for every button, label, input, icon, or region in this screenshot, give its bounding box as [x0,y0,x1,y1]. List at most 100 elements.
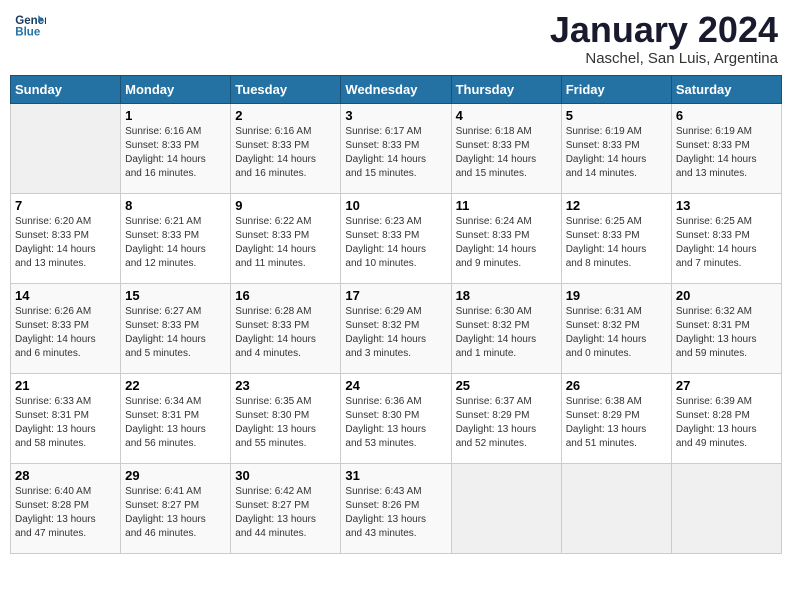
day-number: 6 [676,108,777,123]
day-info: Sunrise: 6:24 AM Sunset: 8:33 PM Dayligh… [456,215,557,271]
weekday-header-cell: Saturday [671,75,781,103]
day-info: Sunrise: 6:43 AM Sunset: 8:26 PM Dayligh… [345,485,446,541]
weekday-header-cell: Monday [121,75,231,103]
day-info: Sunrise: 6:26 AM Sunset: 8:33 PM Dayligh… [15,305,116,361]
day-number: 23 [235,378,336,393]
day-info: Sunrise: 6:23 AM Sunset: 8:33 PM Dayligh… [345,215,446,271]
calendar-table: SundayMondayTuesdayWednesdayThursdayFrid… [10,75,782,554]
calendar-week-row: 7Sunrise: 6:20 AM Sunset: 8:33 PM Daylig… [11,193,782,283]
day-info: Sunrise: 6:40 AM Sunset: 8:28 PM Dayligh… [15,485,116,541]
day-number: 25 [456,378,557,393]
day-info: Sunrise: 6:31 AM Sunset: 8:32 PM Dayligh… [566,305,667,361]
day-number: 18 [456,288,557,303]
month-title: January 2024 [550,10,778,50]
day-number: 28 [15,468,116,483]
weekday-header-cell: Friday [561,75,671,103]
calendar-day-cell: 28 Sunrise: 6:40 AM Sunset: 8:28 PM Dayli… [11,463,121,553]
day-number: 15 [125,288,226,303]
calendar-day-cell: 5 Sunrise: 6:19 AM Sunset: 8:33 PM Daylig… [561,103,671,193]
calendar-day-cell: 7Sunrise: 6:20 AM Sunset: 8:33 PM Daylig… [11,193,121,283]
calendar-day-cell [11,103,121,193]
calendar-day-cell: 3 Sunrise: 6:17 AM Sunset: 8:33 PM Daylig… [341,103,451,193]
day-number: 17 [345,288,446,303]
title-block: January 2024 Naschel, San Luis, Argentin… [550,10,778,67]
logo: General Blue [14,10,46,42]
calendar-day-cell: 24Sunrise: 6:36 AM Sunset: 8:30 PM Dayli… [341,373,451,463]
day-info: Sunrise: 6:19 AM Sunset: 8:33 PM Dayligh… [676,125,777,181]
calendar-day-cell: 30Sunrise: 6:42 AM Sunset: 8:27 PM Dayli… [231,463,341,553]
day-number: 5 [566,108,667,123]
day-info: Sunrise: 6:16 AM Sunset: 8:33 PM Dayligh… [235,125,336,181]
calendar-week-row: 28 Sunrise: 6:40 AM Sunset: 8:28 PM Dayli… [11,463,782,553]
day-info: Sunrise: 6:39 AM Sunset: 8:28 PM Dayligh… [676,395,777,451]
calendar-week-row: 1 Sunrise: 6:16 AM Sunset: 8:33 PM Daylig… [11,103,782,193]
calendar-day-cell: 17 Sunrise: 6:29 AM Sunset: 8:32 PM Dayli… [341,283,451,373]
day-number: 3 [345,108,446,123]
day-number: 27 [676,378,777,393]
day-info: Sunrise: 6:29 AM Sunset: 8:32 PM Dayligh… [345,305,446,361]
calendar-week-row: 21Sunrise: 6:33 AM Sunset: 8:31 PM Dayli… [11,373,782,463]
day-number: 20 [676,288,777,303]
calendar-day-cell: 25Sunrise: 6:37 AM Sunset: 8:29 PM Dayli… [451,373,561,463]
calendar-day-cell: 19Sunrise: 6:31 AM Sunset: 8:32 PM Dayli… [561,283,671,373]
calendar-day-cell: 29 Sunrise: 6:41 AM Sunset: 8:27 PM Dayli… [121,463,231,553]
day-info: Sunrise: 6:22 AM Sunset: 8:33 PM Dayligh… [235,215,336,271]
day-info: Sunrise: 6:34 AM Sunset: 8:31 PM Dayligh… [125,395,226,451]
weekday-header-cell: Thursday [451,75,561,103]
day-number: 1 [125,108,226,123]
calendar-day-cell: 10 Sunrise: 6:23 AM Sunset: 8:33 PM Dayli… [341,193,451,283]
location-subtitle: Naschel, San Luis, Argentina [550,50,778,67]
calendar-day-cell [561,463,671,553]
calendar-day-cell: 18 Sunrise: 6:30 AM Sunset: 8:32 PM Dayli… [451,283,561,373]
day-number: 26 [566,378,667,393]
weekday-header-row: SundayMondayTuesdayWednesdayThursdayFrid… [11,75,782,103]
day-info: Sunrise: 6:17 AM Sunset: 8:33 PM Dayligh… [345,125,446,181]
day-number: 29 [125,468,226,483]
day-number: 31 [345,468,446,483]
page-header: General Blue January 2024 Naschel, San L… [10,10,782,67]
day-info: Sunrise: 6:25 AM Sunset: 8:33 PM Dayligh… [676,215,777,271]
day-info: Sunrise: 6:30 AM Sunset: 8:32 PM Dayligh… [456,305,557,361]
calendar-day-cell: 23 Sunrise: 6:35 AM Sunset: 8:30 PM Dayli… [231,373,341,463]
calendar-day-cell: 31 Sunrise: 6:43 AM Sunset: 8:26 PM Dayli… [341,463,451,553]
day-number: 11 [456,198,557,213]
calendar-day-cell: 1 Sunrise: 6:16 AM Sunset: 8:33 PM Daylig… [121,103,231,193]
weekday-header-cell: Sunday [11,75,121,103]
day-number: 10 [345,198,446,213]
calendar-day-cell: 26 Sunrise: 6:38 AM Sunset: 8:29 PM Dayli… [561,373,671,463]
calendar-day-cell: 9Sunrise: 6:22 AM Sunset: 8:33 PM Daylig… [231,193,341,283]
calendar-day-cell: 11 Sunrise: 6:24 AM Sunset: 8:33 PM Dayli… [451,193,561,283]
day-number: 13 [676,198,777,213]
day-info: Sunrise: 6:41 AM Sunset: 8:27 PM Dayligh… [125,485,226,541]
calendar-day-cell: 14 Sunrise: 6:26 AM Sunset: 8:33 PM Dayli… [11,283,121,373]
calendar-day-cell: 20Sunrise: 6:32 AM Sunset: 8:31 PM Dayli… [671,283,781,373]
calendar-day-cell: 2Sunrise: 6:16 AM Sunset: 8:33 PM Daylig… [231,103,341,193]
day-info: Sunrise: 6:35 AM Sunset: 8:30 PM Dayligh… [235,395,336,451]
day-number: 12 [566,198,667,213]
svg-text:Blue: Blue [15,27,41,39]
calendar-day-cell: 13 Sunrise: 6:25 AM Sunset: 8:33 PM Dayli… [671,193,781,283]
day-number: 22 [125,378,226,393]
day-number: 14 [15,288,116,303]
logo-icon: General Blue [14,10,46,42]
day-number: 24 [345,378,446,393]
day-number: 8 [125,198,226,213]
weekday-header-cell: Tuesday [231,75,341,103]
calendar-day-cell [671,463,781,553]
day-info: Sunrise: 6:20 AM Sunset: 8:33 PM Dayligh… [15,215,116,271]
weekday-header-cell: Wednesday [341,75,451,103]
calendar-day-cell: 6 Sunrise: 6:19 AM Sunset: 8:33 PM Daylig… [671,103,781,193]
day-number: 4 [456,108,557,123]
calendar-day-cell: 27 Sunrise: 6:39 AM Sunset: 8:28 PM Dayli… [671,373,781,463]
calendar-day-cell: 21Sunrise: 6:33 AM Sunset: 8:31 PM Dayli… [11,373,121,463]
day-info: Sunrise: 6:16 AM Sunset: 8:33 PM Dayligh… [125,125,226,181]
day-number: 16 [235,288,336,303]
day-info: Sunrise: 6:38 AM Sunset: 8:29 PM Dayligh… [566,395,667,451]
day-info: Sunrise: 6:19 AM Sunset: 8:33 PM Dayligh… [566,125,667,181]
day-info: Sunrise: 6:21 AM Sunset: 8:33 PM Dayligh… [125,215,226,271]
calendar-day-cell: 16Sunrise: 6:28 AM Sunset: 8:33 PM Dayli… [231,283,341,373]
day-info: Sunrise: 6:33 AM Sunset: 8:31 PM Dayligh… [15,395,116,451]
calendar-day-cell: 15Sunrise: 6:27 AM Sunset: 8:33 PM Dayli… [121,283,231,373]
day-info: Sunrise: 6:25 AM Sunset: 8:33 PM Dayligh… [566,215,667,271]
calendar-week-row: 14 Sunrise: 6:26 AM Sunset: 8:33 PM Dayli… [11,283,782,373]
